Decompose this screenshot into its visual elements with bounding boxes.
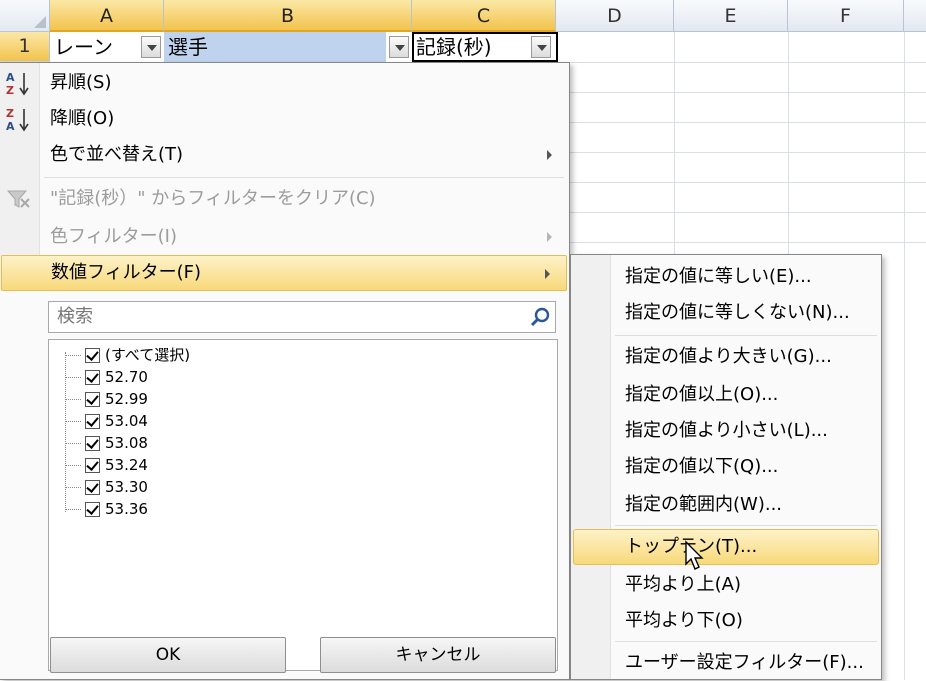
filter-values-list: (すべて選択) 52.70 52.99 53.04 53.08 53.24 53… — [48, 339, 558, 671]
checkbox-checked-icon[interactable] — [85, 480, 100, 495]
column-header-c[interactable]: C — [412, 0, 556, 32]
checkbox-checked-icon[interactable] — [85, 370, 100, 385]
greater-than-item[interactable]: 指定の値より大きい(G)... — [571, 339, 881, 375]
value-label: 52.70 — [105, 368, 148, 386]
menu-separator — [44, 177, 564, 178]
checkbox-checked-icon[interactable] — [85, 348, 100, 363]
checkbox-checked-icon[interactable] — [85, 392, 100, 407]
color-filter-label: 色フィルター(I) — [50, 226, 177, 247]
checkbox-checked-icon[interactable] — [85, 436, 100, 451]
menu-separator — [615, 641, 877, 642]
sort-by-color-label: 色で並べ替え(T) — [50, 144, 184, 165]
column-header-d[interactable]: D — [556, 0, 674, 32]
search-placeholder: 検索 — [57, 306, 93, 327]
checkbox-checked-icon[interactable] — [85, 458, 100, 473]
color-filter-item[interactable]: 色フィルター(I) — [0, 219, 568, 255]
row-header-1[interactable]: 1 — [0, 32, 50, 62]
sort-descending-label: 降順(O) — [50, 108, 115, 129]
checkbox-checked-icon[interactable] — [85, 414, 100, 429]
filter-dropdown-c-button[interactable] — [531, 36, 551, 58]
submenu-arrow-icon — [547, 232, 552, 242]
clear-filter-icon — [4, 185, 36, 213]
sort-descending-item[interactable]: Z A 降順(O) — [0, 101, 568, 137]
column-header-e[interactable]: E — [674, 0, 788, 32]
cell-c1-text: 記録(秒) — [416, 35, 492, 59]
filter-dropdown-a-button[interactable] — [141, 36, 161, 58]
value-label: 53.04 — [105, 412, 148, 430]
search-icon[interactable] — [529, 306, 551, 328]
value-label: 53.08 — [105, 434, 148, 452]
value-label: (すべて選択) — [105, 346, 191, 364]
svg-text:Z: Z — [6, 84, 14, 97]
ok-button[interactable]: OK — [50, 637, 286, 673]
number-filter-label: 数値フィルター(F) — [51, 262, 202, 283]
cancel-button[interactable]: キャンセル — [320, 637, 556, 673]
menu-separator — [615, 525, 877, 526]
checkbox-checked-icon[interactable] — [85, 502, 100, 517]
not-equals-item[interactable]: 指定の値に等しくない(N)... — [571, 295, 881, 331]
number-filter-submenu: 指定の値に等しい(E)... 指定の値に等しくない(N)... 指定の値より大き… — [570, 254, 882, 680]
cell-a1-text: レーン — [54, 35, 113, 59]
top-ten-item[interactable]: トップテン(T)... — [573, 529, 879, 565]
value-label: 53.30 — [105, 478, 148, 496]
custom-filter-item[interactable]: ユーザー設定フィルター(F)... — [571, 645, 881, 681]
number-filter-item[interactable]: 数値フィルター(F) — [1, 255, 567, 291]
below-average-item[interactable]: 平均より下(O) — [571, 603, 881, 639]
select-all-corner[interactable] — [0, 0, 50, 32]
between-item[interactable]: 指定の範囲内(W)... — [571, 487, 881, 523]
mouse-pointer-icon — [685, 540, 704, 570]
sort-by-color-item[interactable]: 色で並べ替え(T) — [0, 137, 568, 173]
sort-descending-icon: Z A — [4, 105, 36, 133]
autofilter-dropdown: A Z 昇順(S) Z A 降順(O) 色で並べ替え(T) "記録(秒）" から… — [0, 62, 570, 680]
clear-filter-item[interactable]: "記録(秒）" からフィルターをクリア(C) — [0, 181, 568, 217]
sort-ascending-item[interactable]: A Z 昇順(S) — [0, 65, 568, 101]
sort-ascending-icon: A Z — [4, 69, 36, 97]
search-input[interactable]: 検索 — [48, 301, 556, 333]
less-than-item[interactable]: 指定の値より小さい(L)... — [571, 413, 881, 449]
greater-or-equal-item[interactable]: 指定の値以上(O)... — [571, 377, 881, 413]
sort-ascending-label: 昇順(S) — [50, 72, 112, 93]
tree-line — [65, 352, 66, 512]
svg-text:Z: Z — [6, 107, 14, 120]
value-label: 52.99 — [105, 390, 148, 408]
submenu-arrow-icon — [547, 150, 552, 160]
equals-item[interactable]: 指定の値に等しい(E)... — [571, 259, 881, 295]
column-header-f[interactable]: F — [788, 0, 904, 32]
column-header-g[interactable] — [904, 0, 926, 32]
clear-filter-label: "記録(秒）" からフィルターをクリア(C) — [50, 188, 376, 209]
column-header-a[interactable]: A — [50, 0, 164, 32]
less-or-equal-item[interactable]: 指定の値以下(Q)... — [571, 449, 881, 485]
menu-separator — [615, 335, 877, 336]
cell-b1-text: 選手 — [168, 35, 208, 59]
cell-b1[interactable]: 選手 — [164, 32, 386, 62]
svg-text:A: A — [6, 120, 15, 133]
above-average-item[interactable]: 平均より上(A) — [571, 567, 881, 603]
submenu-arrow-icon — [545, 269, 550, 279]
svg-text:A: A — [6, 71, 15, 84]
value-label: 53.24 — [105, 456, 148, 474]
column-header-b[interactable]: B — [164, 0, 412, 32]
value-label: 53.36 — [105, 500, 148, 518]
filter-dropdown-b-button[interactable] — [389, 36, 409, 58]
